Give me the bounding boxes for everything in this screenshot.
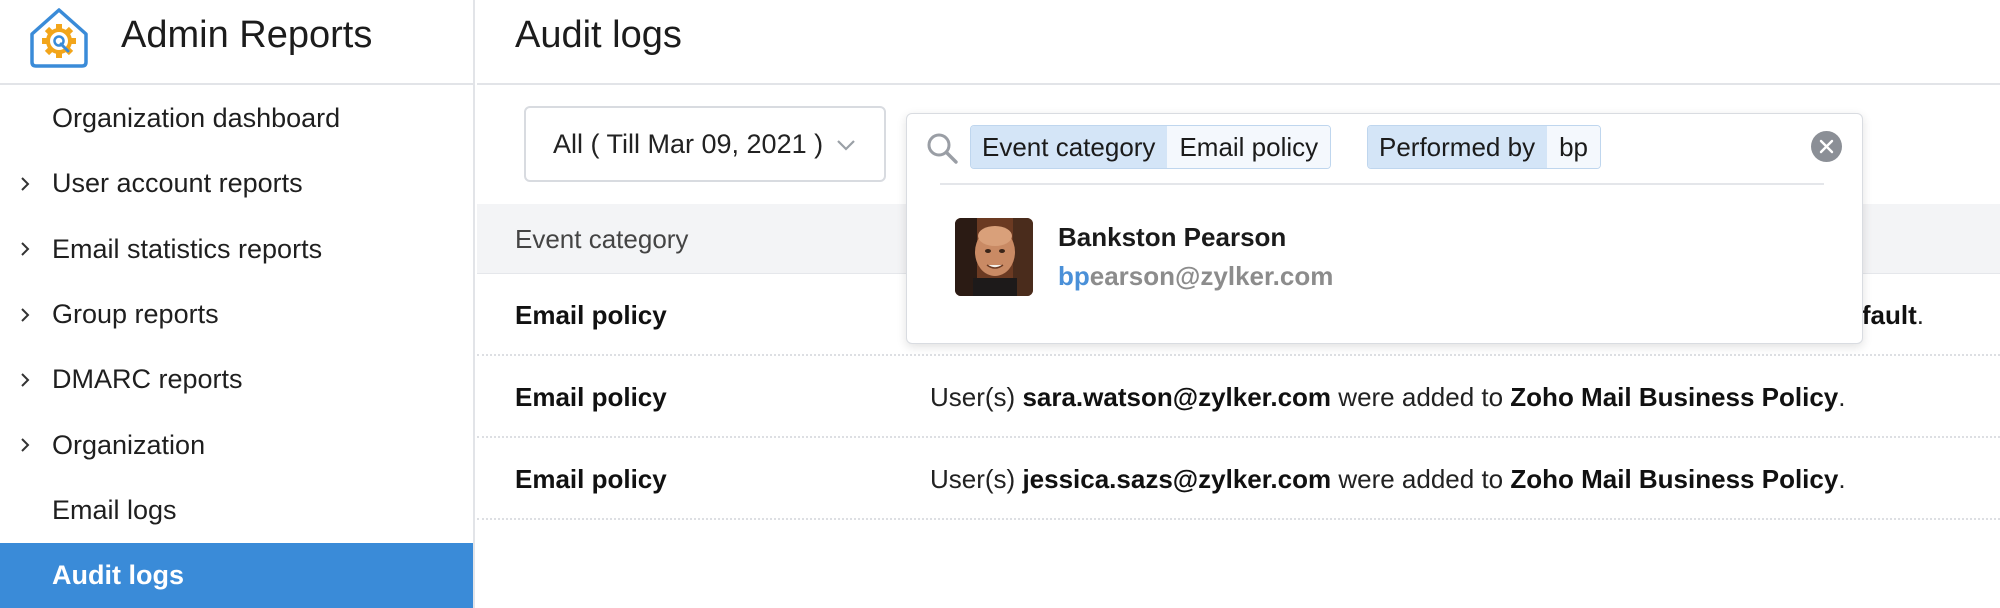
chip-value: Email policy [1167, 126, 1331, 168]
sidebar-item-label: Group reports [52, 299, 219, 330]
sidebar-item-email-statistics-reports[interactable]: Email statistics reports [0, 217, 473, 282]
avatar [955, 218, 1033, 296]
chevron-down-icon [837, 140, 855, 151]
event-description-cell: fault. [1861, 300, 1924, 330]
sidebar-item-audit-logs[interactable]: Audit logs [0, 543, 473, 608]
sidebar-item-email-logs[interactable]: Email logs [0, 478, 473, 543]
search-divider [940, 183, 1824, 185]
close-icon [1819, 139, 1834, 154]
event-description-cell: User(s) sara.watson@zylker.com were adde… [930, 382, 1846, 412]
chevron-right-icon [21, 438, 30, 452]
page-header: Audit logs [477, 0, 2000, 85]
sidebar-item-organization-dashboard[interactable]: Organization dashboard [0, 86, 473, 151]
event-category-cell: Email policy [515, 464, 667, 494]
event-category-cell: Email policy [515, 300, 667, 330]
search-input[interactable]: Event category Email policy Performed by… [907, 114, 1862, 184]
date-range-select[interactable]: All ( Till Mar 09, 2021 ) [524, 106, 886, 182]
sidebar-item-label: Organization [52, 429, 206, 460]
sidebar-item-user-account-reports[interactable]: User account reports [0, 151, 473, 216]
sidebar-item-dmarc-reports[interactable]: DMARC reports [0, 347, 473, 412]
chip-key: Event category [971, 126, 1168, 168]
chevron-right-icon [21, 307, 30, 322]
sidebar-item-organization[interactable]: Organization [0, 412, 473, 477]
sidebar-item-label: DMARC reports [52, 364, 243, 395]
filter-chip-event-category[interactable]: Event category Email policy [970, 125, 1332, 169]
event-category-cell: Email policy [515, 382, 667, 412]
email-match-highlight: bp [1058, 261, 1090, 291]
table-row[interactable]: Email policy User(s) sara.watson@zylker.… [477, 356, 2000, 438]
result-email: bpearson@zylker.com [1058, 261, 1334, 291]
sidebar-item-label: Organization dashboard [52, 103, 341, 134]
chevron-right-icon [21, 373, 30, 387]
search-popover: Event category Email policy Performed by… [906, 113, 1863, 344]
page-title: Audit logs [515, 14, 682, 56]
sidebar: Admin Reports Organization dashboard Use… [0, 0, 475, 608]
sidebar-nav: Organization dashboard User account repo… [0, 86, 473, 608]
column-header-event-category: Event category [515, 224, 689, 254]
search-icon [927, 133, 958, 164]
chip-value: bp [1547, 126, 1600, 168]
app-title: Admin Reports [121, 14, 373, 56]
table-row[interactable]: Email policy User(s) jessica.sazs@zylker… [477, 438, 2000, 520]
date-range-value: All ( Till Mar 09, 2021 ) [553, 128, 824, 159]
result-name: Bankston Pearson [1058, 222, 1287, 252]
chip-key: Performed by [1368, 126, 1548, 168]
clear-search-button[interactable] [1811, 131, 1842, 162]
sidebar-item-label: Email statistics reports [52, 233, 323, 264]
sidebar-item-label: Email logs [52, 494, 177, 525]
chevron-right-icon [21, 177, 30, 191]
chevron-right-icon [21, 242, 30, 256]
sidebar-item-label: Audit logs [52, 560, 184, 591]
filter-chip-performed-by[interactable]: Performed by bp [1367, 125, 1601, 169]
brand-header: Admin Reports [0, 0, 475, 85]
settings-house-icon [30, 8, 88, 68]
event-description-cell: User(s) jessica.sazs@zylker.com were add… [930, 464, 1846, 494]
sidebar-item-label: User account reports [52, 168, 303, 199]
sidebar-item-group-reports[interactable]: Group reports [0, 282, 473, 347]
search-result-item[interactable]: Bankston Pearson bpearson@zylker.com [955, 218, 1815, 298]
